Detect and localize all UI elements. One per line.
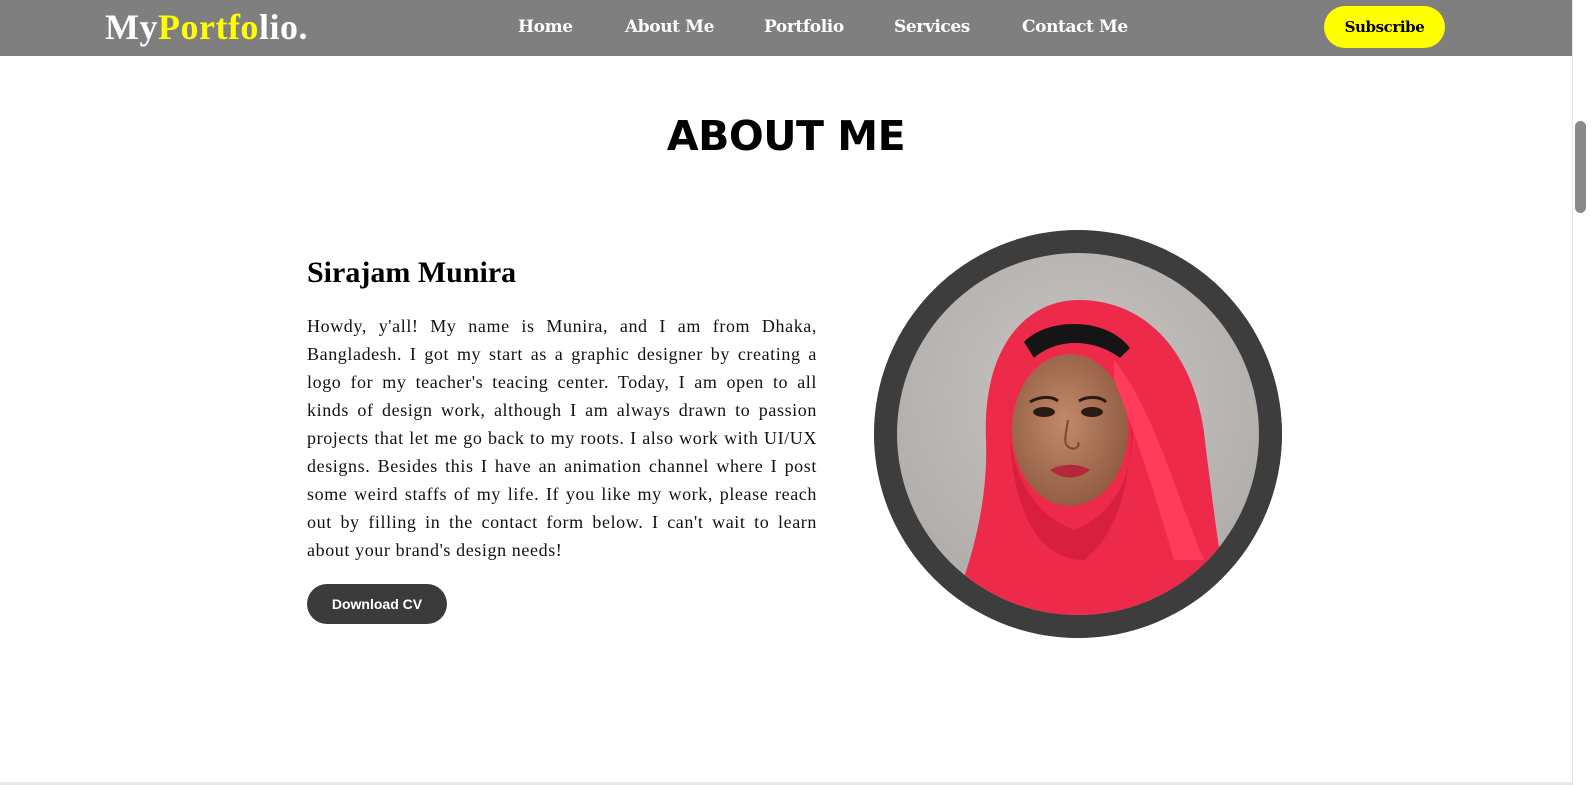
profile-photo <box>874 230 1282 638</box>
logo-text-my: My <box>105 7 158 47</box>
download-cv-button[interactable]: Download CV <box>307 584 447 624</box>
bio-paragraph: Howdy, y'all! My name is Munira, and I a… <box>307 316 817 560</box>
person-name: Sirajam Munira <box>307 256 517 289</box>
nav-link-home[interactable]: Home <box>518 16 573 38</box>
subscribe-button[interactable]: Subscribe <box>1324 6 1445 48</box>
nav-link-portfolio[interactable]: Portfolio <box>764 16 844 38</box>
scrollbar-track[interactable] <box>1572 0 1591 785</box>
logo-text-lio: lio. <box>258 7 308 47</box>
logo-text-portfo: Portfo <box>157 7 259 47</box>
navbar: MyPortfolio. Home About Me Portfolio Ser… <box>0 0 1572 56</box>
scrollbar-thumb[interactable] <box>1575 121 1586 213</box>
section-title: ABOUT ME <box>666 112 906 160</box>
nav-link-services[interactable]: Services <box>894 16 970 38</box>
nav-link-about-me[interactable]: About Me <box>625 16 714 38</box>
profile-photo-image <box>874 230 1282 638</box>
site-logo[interactable]: MyPortfolio. <box>105 5 308 49</box>
nav-link-contact-me[interactable]: Contact Me <box>1022 16 1128 38</box>
